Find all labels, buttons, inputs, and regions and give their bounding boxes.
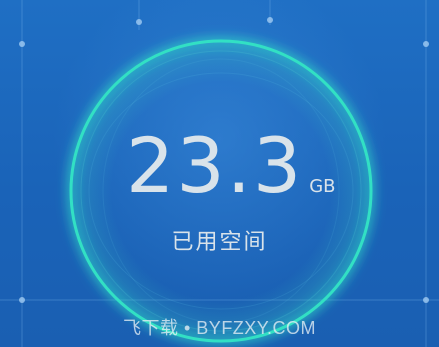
used-storage-number: 23.3 (126, 121, 304, 210)
used-storage-unit: GB (309, 176, 336, 197)
storage-screen: 23.3 GB 已用空间 飞下载 • BYFZXY.COM (0, 0, 439, 347)
watermark-text: 飞下载 • BYFZXY.COM (123, 318, 316, 338)
used-storage-label: 已用空间 (171, 230, 268, 255)
used-storage-value: 23.3 GB (126, 128, 336, 204)
